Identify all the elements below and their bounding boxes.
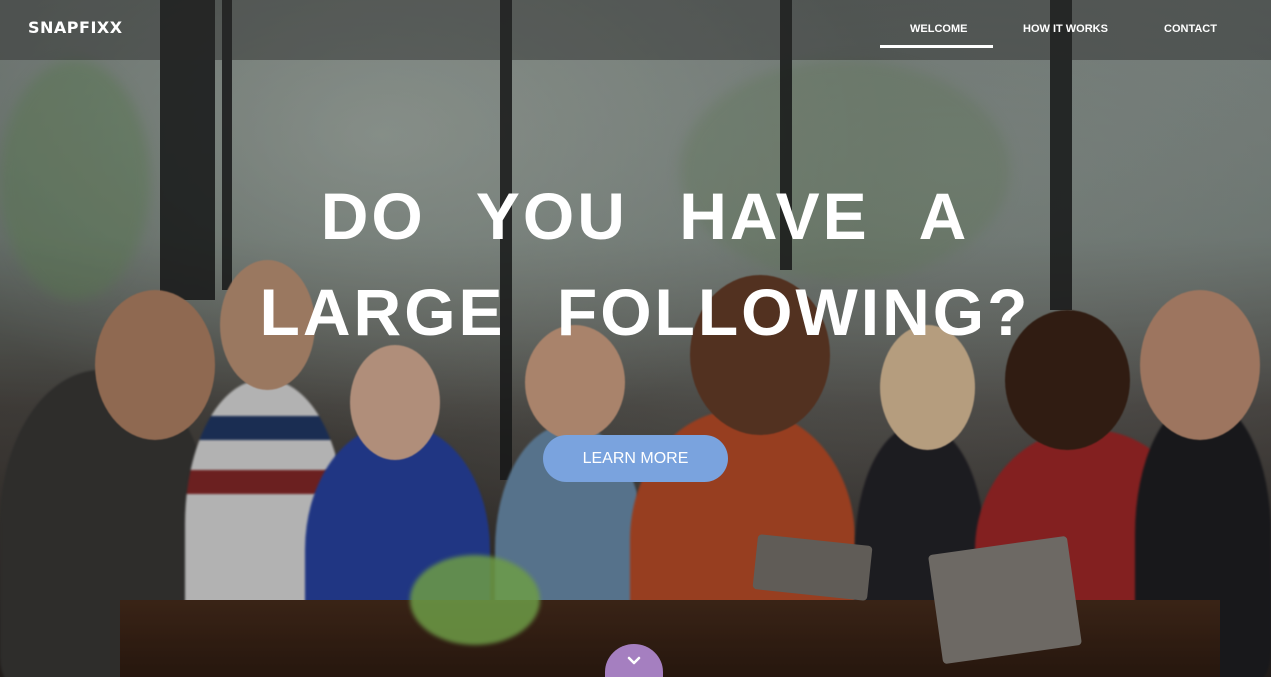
top-navigation: SNAPFIXX WELCOME HOW IT WORKS CONTACT [0,0,1271,60]
brand-logo[interactable]: SNAPFIXX [28,18,123,37]
hero-section: SNAPFIXX WELCOME HOW IT WORKS CONTACT DO… [0,0,1271,677]
nav-item-contact[interactable]: CONTACT [1164,23,1217,35]
hero-headline: DO YOU HAVE A LARGE FOLLOWING? [250,168,1040,360]
hero-headline-line-1: DO YOU HAVE A [320,179,970,253]
nav-item-welcome[interactable]: WELCOME [910,23,967,35]
chevron-down-icon [627,656,641,665]
hero-headline-line-2: LARGE FOLLOWING? [259,275,1031,349]
nav-item-how-it-works[interactable]: HOW IT WORKS [1023,23,1108,35]
active-nav-indicator [880,45,993,48]
learn-more-button[interactable]: LEARN MORE [543,435,728,482]
